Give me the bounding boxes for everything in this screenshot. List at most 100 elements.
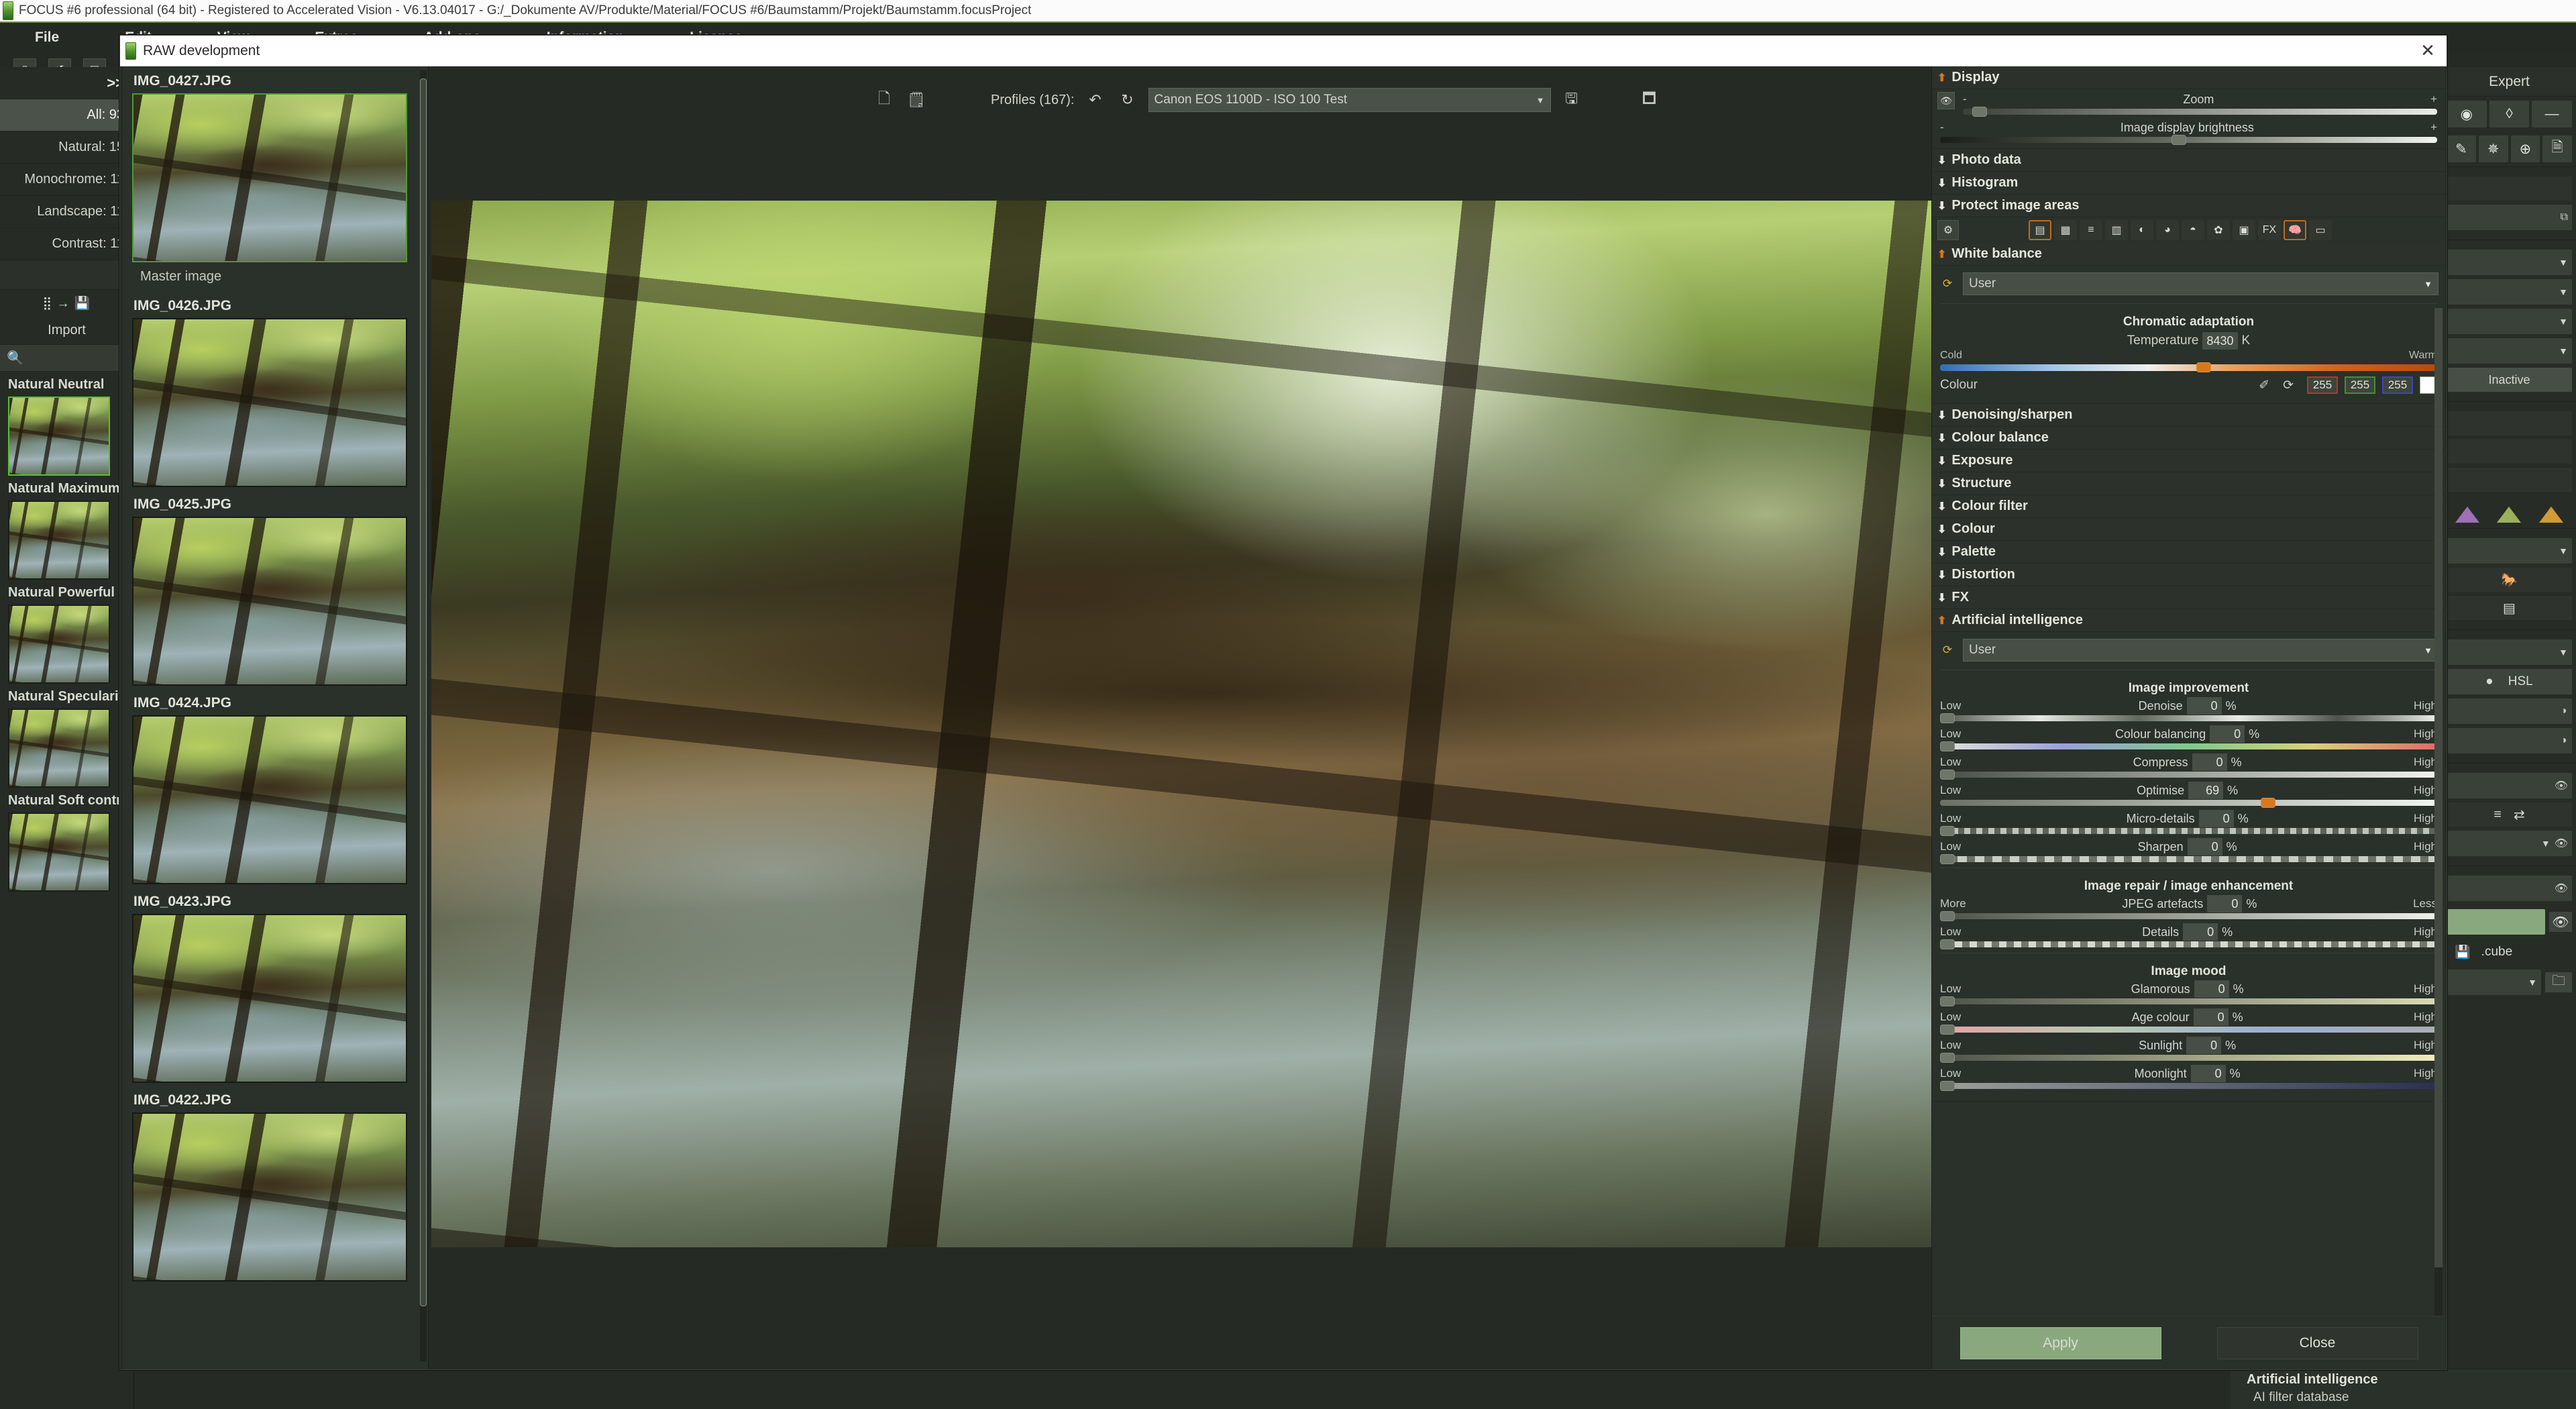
- slider-track[interactable]: [1940, 854, 2437, 864]
- expert-row[interactable]: [2447, 468, 2572, 492]
- brightness-plus[interactable]: +: [2430, 121, 2437, 134]
- expert-copy-row[interactable]: ⧉: [2447, 205, 2572, 230]
- cone-icon[interactable]: [2455, 507, 2480, 523]
- lines-row[interactable]: ▤: [2447, 596, 2572, 620]
- eye-icon[interactable]: 👁: [2555, 779, 2568, 792]
- filmstrip-thumbnail[interactable]: [132, 517, 407, 686]
- copy-icon[interactable]: ⧉: [2561, 211, 2568, 223]
- section-exposure[interactable]: ⬇ Exposure: [1932, 450, 2445, 472]
- slider-thumb[interactable]: [1940, 1081, 1955, 1091]
- section-histogram[interactable]: ⬇ Histogram: [1932, 172, 2445, 195]
- undo-icon[interactable]: ↶: [1084, 89, 1107, 111]
- slider-thumb[interactable]: [1940, 713, 1955, 723]
- white-balance-icon[interactable]: ▤: [2029, 220, 2051, 240]
- slider-value[interactable]: 0: [2192, 753, 2227, 771]
- preview-image[interactable]: [431, 201, 1984, 1247]
- filmstrip-item[interactable]: IMG_0427.JPG Master image: [123, 66, 428, 291]
- horse-row[interactable]: 🐎: [2447, 568, 2572, 592]
- filmstrip-scrollbar[interactable]: [420, 70, 427, 1361]
- slider-thumb[interactable]: [1940, 741, 1955, 751]
- gear-icon[interactable]: ⚙: [1937, 220, 1959, 240]
- section-denoising-sharpen[interactable]: ⬇ Denoising/sharpen: [1932, 404, 2445, 427]
- expert-curve-2[interactable]: ◗: [2447, 728, 2572, 753]
- slider-value[interactable]: 0: [2198, 810, 2234, 827]
- distortion-icon[interactable]: ▣: [2233, 220, 2255, 240]
- eye-icon[interactable]: 👁: [2555, 882, 2568, 895]
- section-protect-image-areas[interactable]: ⬇ Protect image areas: [1932, 195, 2445, 217]
- camera-icon[interactable]: 🗖: [1638, 89, 1661, 111]
- slider-thumb[interactable]: [2261, 798, 2276, 808]
- section-artificial-intelligence[interactable]: ⬆ Artificial intelligence: [1932, 609, 2445, 632]
- slider-track[interactable]: [1940, 770, 2437, 780]
- cone-icon[interactable]: [2497, 507, 2522, 523]
- colour-filter-icon[interactable]: ◕: [2156, 220, 2179, 240]
- aperture-icon[interactable]: ✵: [2478, 136, 2508, 162]
- profile-select[interactable]: Canon EOS 1100D - ISO 100 Test ▼: [1148, 88, 1551, 112]
- filmstrip-thumbnail[interactable]: [132, 93, 407, 262]
- slider-value[interactable]: 0: [2186, 697, 2222, 715]
- expert-curve-1[interactable]: ◗: [2447, 698, 2572, 724]
- colour-green-value[interactable]: 255: [2345, 376, 2375, 394]
- expert-dropdown-4[interactable]: ▼: [2447, 338, 2572, 364]
- folder-icon[interactable]: 🗀: [2545, 972, 2572, 992]
- preset-thumbnail[interactable]: [8, 397, 110, 476]
- droplet-icon[interactable]: ◊: [2489, 101, 2530, 127]
- slider-track[interactable]: [1940, 798, 2437, 808]
- expert-dropdown-6[interactable]: ▼: [2447, 639, 2572, 665]
- slider-thumb[interactable]: [1940, 1025, 1955, 1035]
- filter-item[interactable]: Contrast: 11: [0, 228, 133, 260]
- brightness-slider[interactable]: [1940, 135, 2437, 145]
- fx-icon[interactable]: FX: [2258, 220, 2281, 240]
- expert-eye-1[interactable]: 👁: [2447, 773, 2572, 798]
- reset-circle-icon[interactable]: ⟳: [1939, 275, 1956, 293]
- filmstrip-item[interactable]: IMG_0422.JPG: [123, 1086, 428, 1284]
- zoom-slider[interactable]: [1963, 107, 2437, 117]
- temperature-slider[interactable]: [1940, 362, 2437, 372]
- temperature-value[interactable]: 8430: [2202, 332, 2238, 350]
- reset-circle-icon[interactable]: ⟳: [1939, 641, 1956, 659]
- denoise-icon[interactable]: ▦: [2054, 220, 2077, 240]
- slider-track[interactable]: [1940, 939, 2437, 949]
- expert-dropdown-5[interactable]: ▼: [2447, 538, 2572, 564]
- slider-track[interactable]: [1940, 996, 2437, 1006]
- zoom-plus[interactable]: +: [2430, 93, 2437, 106]
- slider-track[interactable]: [1940, 713, 2437, 723]
- ai-preset-select[interactable]: User ▼: [1963, 639, 2438, 662]
- slider-track[interactable]: [1940, 741, 2437, 751]
- minus-icon[interactable]: —: [2532, 101, 2573, 127]
- preset-thumbnail[interactable]: [8, 605, 110, 684]
- slider-thumb[interactable]: [1940, 939, 1955, 949]
- slider-track[interactable]: [1940, 1081, 2437, 1091]
- filter-item[interactable]: Monochrome: 11: [0, 164, 133, 196]
- section-colour-filter[interactable]: ⬇ Colour filter: [1932, 495, 2445, 518]
- filter-item[interactable]: All: 93: [0, 99, 133, 132]
- filmstrip-item[interactable]: IMG_0423.JPG: [123, 887, 428, 1086]
- slider-value[interactable]: 0: [2186, 1037, 2222, 1054]
- zoom-minus[interactable]: -: [1963, 93, 1967, 106]
- expert-row[interactable]: [2447, 411, 2572, 435]
- expert-dropdown-3[interactable]: ▼: [2447, 309, 2572, 334]
- slider-track[interactable]: [1940, 826, 2437, 836]
- eye-icon[interactable]: 👁: [2555, 837, 2568, 850]
- reset-icon[interactable]: ↻: [1116, 89, 1139, 111]
- section-photo-data[interactable]: ⬇ Photo data: [1932, 149, 2445, 172]
- swap-row[interactable]: ≡ ⇄: [2447, 802, 2572, 827]
- slider-value[interactable]: 0: [2210, 725, 2245, 743]
- section-distortion[interactable]: ⬇ Distortion: [1932, 564, 2445, 586]
- close-icon[interactable]: ✕: [2409, 36, 2447, 66]
- brush-icon[interactable]: ✎: [2447, 136, 2476, 162]
- expert-dropdown-7[interactable]: ▼: [2447, 970, 2541, 995]
- search-input[interactable]: 🔍: [0, 345, 133, 372]
- slider-track[interactable]: [1940, 911, 2437, 921]
- filter-item[interactable]: Natural: 15: [0, 132, 133, 164]
- preset-thumbnail[interactable]: [8, 501, 110, 580]
- slider-value[interactable]: 69: [2188, 782, 2224, 799]
- exposure-icon[interactable]: ▥: [2105, 220, 2128, 240]
- filmstrip-thumbnail[interactable]: [132, 715, 407, 884]
- hsl-button[interactable]: ● HSL: [2447, 669, 2572, 694]
- cone-icon[interactable]: [2538, 507, 2563, 523]
- slider-track[interactable]: [1940, 1025, 2437, 1035]
- temperature-slider-thumb[interactable]: [2196, 362, 2211, 372]
- slider-thumb[interactable]: [1940, 854, 1955, 864]
- filmstrip-thumbnail[interactable]: [132, 318, 407, 487]
